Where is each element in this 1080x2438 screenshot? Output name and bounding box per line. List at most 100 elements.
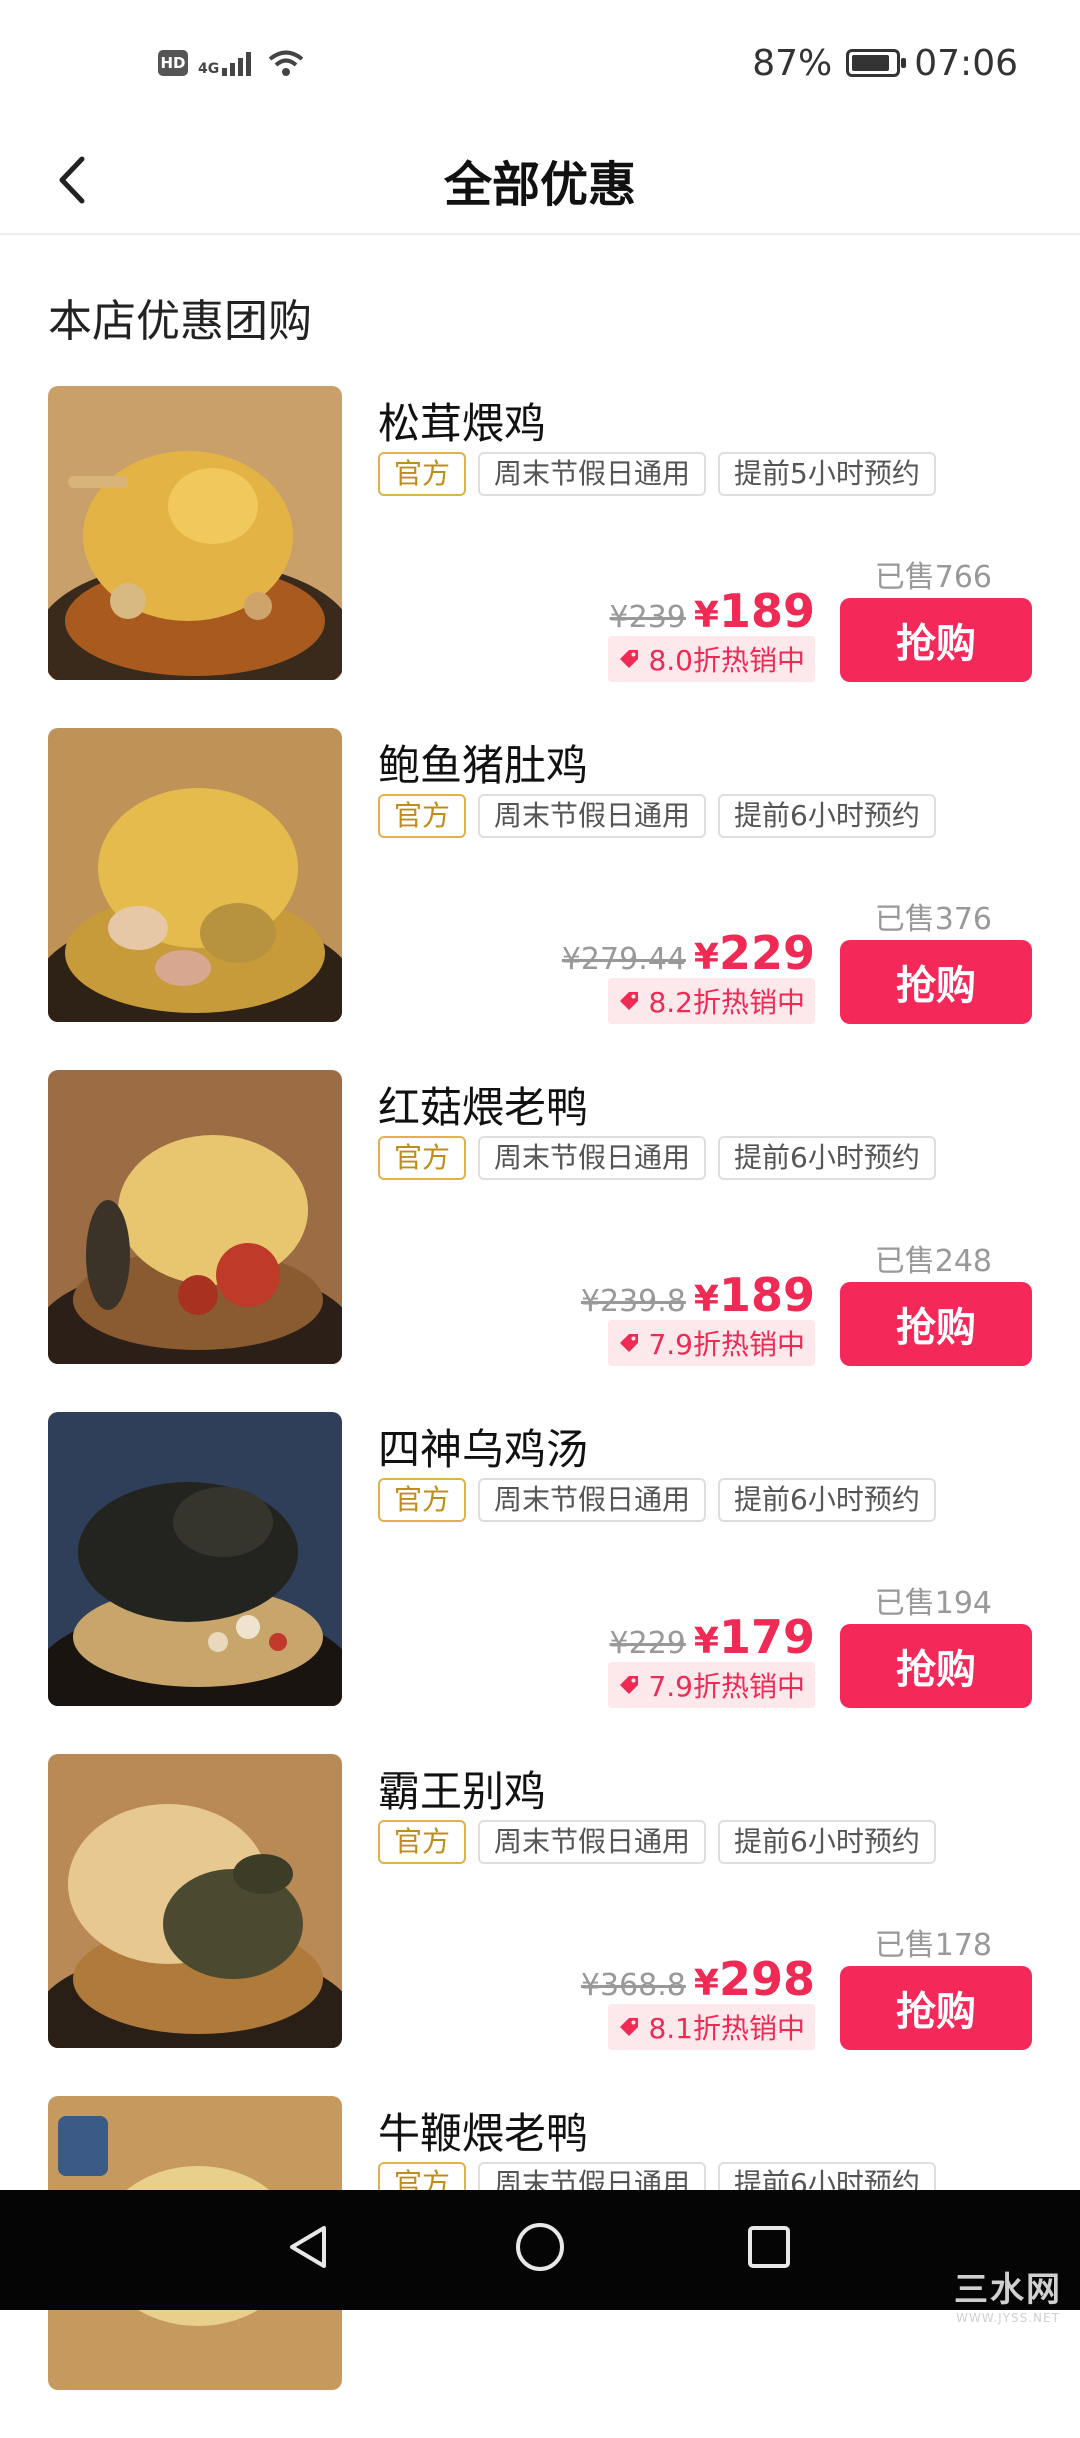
tag-holiday: 周末节假日通用 xyxy=(478,1820,707,1864)
current-price: ¥179 xyxy=(694,1610,815,1664)
tag-official: 官方 xyxy=(378,1820,467,1864)
nav-back-button[interactable] xyxy=(274,2212,344,2282)
discount-badge: 8.0折热销中 xyxy=(608,636,815,682)
tag-reservation: 提前6小时预约 xyxy=(718,794,936,838)
original-price: ¥279.44 xyxy=(561,942,686,977)
price-row: ¥239.8 ¥189 xyxy=(581,1268,815,1322)
hd-icon: HD xyxy=(158,50,188,76)
buy-button[interactable]: 抢购 xyxy=(840,1966,1032,2050)
discount-badge: 7.9折热销中 xyxy=(608,1320,815,1366)
original-price: ¥239 xyxy=(609,600,686,635)
price-row: ¥239 ¥189 xyxy=(610,584,815,638)
price-tag-icon xyxy=(620,1334,639,1352)
nav-home-button[interactable] xyxy=(505,2212,575,2282)
price-row: ¥279.44 ¥229 xyxy=(562,926,815,980)
product-image[interactable] xyxy=(48,1070,342,1364)
tag-official: 官方 xyxy=(378,794,467,838)
discount-badge: 8.2折热销中 xyxy=(608,978,815,1024)
price-value: 229 xyxy=(718,926,815,980)
current-price: ¥229 xyxy=(694,926,815,980)
tag-reservation: 提前5小时预约 xyxy=(718,452,936,496)
product-image[interactable] xyxy=(48,1412,342,1706)
price-value: 189 xyxy=(718,584,815,638)
deal-item[interactable]: 松茸煨鸡 官方 周末节假日通用 提前5小时预约 已售766 ¥239 ¥189 … xyxy=(0,386,1080,728)
deal-item[interactable]: 鲍鱼猪肚鸡 官方 周末节假日通用 提前6小时预约 已售376 ¥279.44 ¥… xyxy=(0,728,1080,1070)
price-value: 179 xyxy=(718,1610,815,1664)
battery-icon xyxy=(846,49,907,77)
price-tag-icon xyxy=(620,650,639,668)
buy-button[interactable]: 抢购 xyxy=(840,1282,1032,1366)
current-price: ¥189 xyxy=(694,1268,815,1322)
currency-symbol: ¥ xyxy=(693,1963,719,2004)
buy-button[interactable]: 抢购 xyxy=(840,940,1032,1024)
tag-list: 官方 周末节假日通用 提前6小时预约 xyxy=(378,794,936,838)
battery-percent: 87% xyxy=(752,42,833,84)
product-image[interactable] xyxy=(48,728,342,1022)
deal-item[interactable]: 霸王别鸡 官方 周末节假日通用 提前6小时预约 已售178 ¥368.8 ¥29… xyxy=(0,1754,1080,2096)
circle-home-icon xyxy=(516,2223,564,2271)
tag-reservation: 提前6小时预约 xyxy=(718,1820,936,1864)
sold-count: 已售178 xyxy=(874,1928,992,1963)
status-right: 87% 07:06 xyxy=(752,38,1018,88)
status-left: HD 4G xyxy=(158,38,306,88)
tag-holiday: 周末节假日通用 xyxy=(478,452,707,496)
system-navigation-bar xyxy=(0,2190,1080,2310)
buy-button[interactable]: 抢购 xyxy=(840,1624,1032,1708)
triangle-back-icon xyxy=(290,2226,326,2268)
network-type-label: 4G xyxy=(198,61,220,77)
current-price: ¥298 xyxy=(694,1952,815,2006)
discount-text: 8.2折热销中 xyxy=(648,986,805,1019)
clock: 07:06 xyxy=(914,42,1018,84)
price-row: ¥229 ¥179 xyxy=(610,1610,815,1664)
discount-text: 7.9折热销中 xyxy=(648,1670,805,1703)
sold-count: 已售248 xyxy=(874,1244,992,1279)
discount-badge: 8.1折热销中 xyxy=(608,2004,815,2050)
discount-text: 8.1折热销中 xyxy=(648,2012,805,2045)
tag-list: 官方 周末节假日通用 提前5小时预约 xyxy=(378,452,936,496)
sold-count: 已售766 xyxy=(874,560,992,595)
wifi-icon xyxy=(268,50,304,76)
product-name: 松茸煨鸡 xyxy=(378,399,547,448)
product-name: 鲍鱼猪肚鸡 xyxy=(378,741,589,790)
price-value: 189 xyxy=(718,1268,815,1322)
discount-text: 7.9折热销中 xyxy=(648,1328,805,1361)
cellular-signal-icon: 4G xyxy=(198,50,256,76)
tag-holiday: 周末节假日通用 xyxy=(478,794,707,838)
product-name: 牛鞭煨老鸭 xyxy=(378,2109,589,2158)
square-recent-icon xyxy=(748,2226,790,2268)
product-name: 霸王别鸡 xyxy=(378,1767,547,1816)
discount-badge: 7.9折热销中 xyxy=(608,1662,815,1708)
price-tag-icon xyxy=(620,992,639,1010)
product-image[interactable] xyxy=(48,1754,342,2048)
sold-count: 已售376 xyxy=(874,902,992,937)
price-tag-icon xyxy=(620,2018,639,2036)
deal-item[interactable]: 四神乌鸡汤 官方 周末节假日通用 提前6小时预约 已售194 ¥229 ¥179… xyxy=(0,1412,1080,1754)
battery-level xyxy=(852,55,890,71)
top-app-bar: 全部优惠 xyxy=(0,125,1080,235)
watermark-sub: WWW.JYSS.NET xyxy=(956,2311,1060,2325)
discount-text: 8.0折热销中 xyxy=(648,644,805,677)
product-name: 四神乌鸡汤 xyxy=(378,1425,589,1474)
buy-button[interactable]: 抢购 xyxy=(840,598,1032,682)
sold-count: 已售194 xyxy=(874,1586,992,1621)
product-image[interactable] xyxy=(48,386,342,680)
original-price: ¥229 xyxy=(609,1626,686,1661)
tag-reservation: 提前6小时预约 xyxy=(718,1478,936,1522)
tag-official: 官方 xyxy=(378,1136,467,1180)
watermark-main: 三水网 xyxy=(954,2270,1062,2310)
currency-symbol: ¥ xyxy=(693,595,719,636)
watermark: 三水网 WWW.JYSS.NET xyxy=(954,2262,1062,2325)
product-name: 红菇煨老鸭 xyxy=(378,1083,589,1132)
original-price: ¥368.8 xyxy=(580,1968,686,2003)
nav-recent-button[interactable] xyxy=(734,2212,804,2282)
tag-list: 官方 周末节假日通用 提前6小时预约 xyxy=(378,1136,936,1180)
section-title: 本店优惠团购 xyxy=(48,296,312,347)
currency-symbol: ¥ xyxy=(693,937,719,978)
price-value: 298 xyxy=(718,1952,815,2006)
current-price: ¥189 xyxy=(694,584,815,638)
status-bar: HD 4G 87% 07:06 xyxy=(0,0,1080,125)
page-title: 全部优惠 xyxy=(443,157,636,213)
currency-symbol: ¥ xyxy=(693,1621,719,1662)
deal-item[interactable]: 红菇煨老鸭 官方 周末节假日通用 提前6小时预约 已售248 ¥239.8 ¥1… xyxy=(0,1070,1080,1412)
tag-holiday: 周末节假日通用 xyxy=(478,1478,707,1522)
